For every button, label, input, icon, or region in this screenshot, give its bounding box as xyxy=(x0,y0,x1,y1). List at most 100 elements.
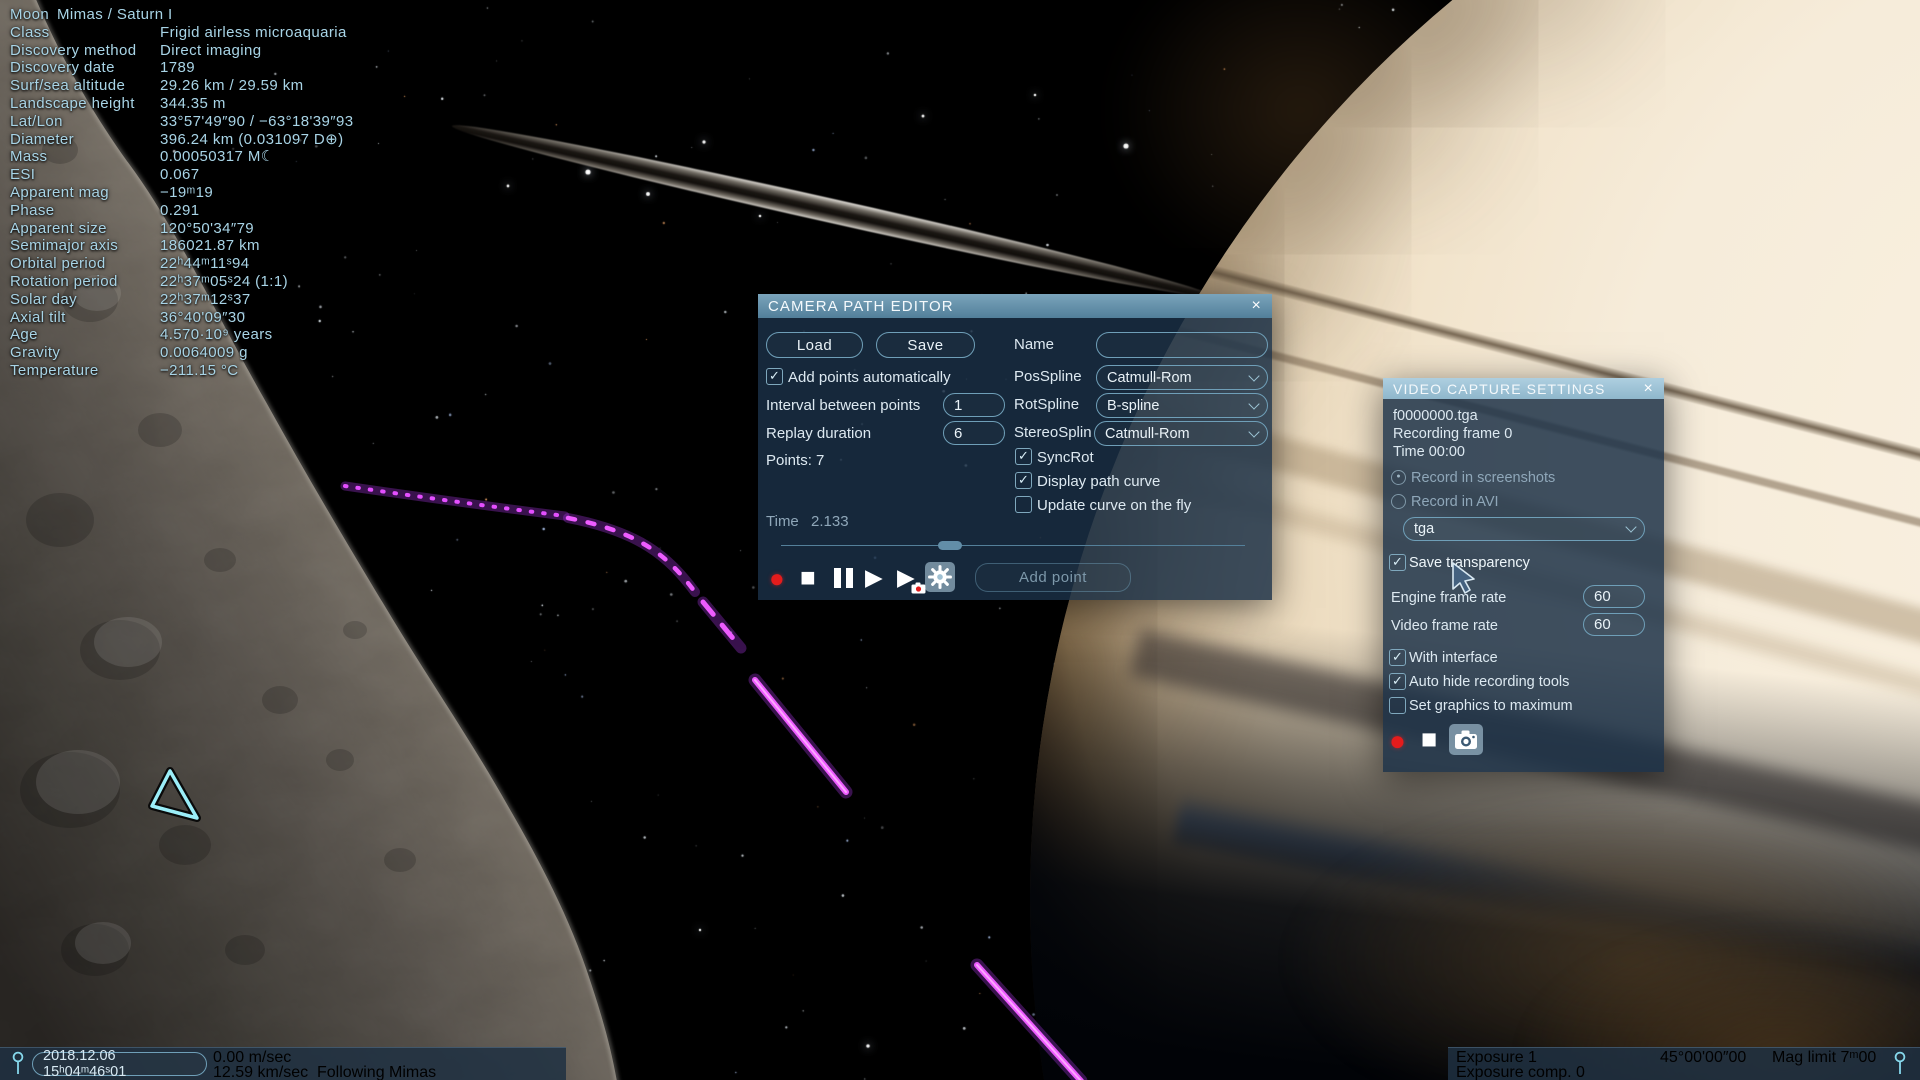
window-title: VIDEO CAPTURE SETTINGS xyxy=(1393,380,1606,397)
posspline-dropdown[interactable]: Catmull-Rom xyxy=(1096,365,1268,390)
object-name: Mimas / Saturn I xyxy=(57,6,173,23)
replay-label: Replay duration xyxy=(766,425,872,442)
with-interface-checkbox[interactable]: ✓ xyxy=(1389,649,1406,666)
info-row: Gravity 0.0064009 g xyxy=(10,344,248,362)
stereospline-label: StereoSplin xyxy=(1014,424,1092,441)
exposure-comp-value: Exposure comp. 0 xyxy=(1456,1064,1585,1080)
set-graphics-label: Set graphics to maximum xyxy=(1409,698,1573,714)
info-row: Rotation period 22ʰ37ᵐ05ˢ24 (1:1) xyxy=(10,272,288,290)
info-row: Surf/sea altitude 29.26 km / 29.59 km xyxy=(10,77,304,95)
recording-frame-text: Recording frame 0 xyxy=(1393,426,1513,442)
syncrot-label: SyncRot xyxy=(1037,449,1094,466)
info-row: Semimajor axis 186021.87 km xyxy=(10,237,260,255)
save-transparency-checkbox[interactable]: ✓ xyxy=(1389,554,1406,571)
location-pin-icon[interactable] xyxy=(11,1051,25,1076)
time-slider-handle[interactable] xyxy=(938,541,962,550)
spaceengine-viewport: CAMERA PATH EDITOR × Load Save Name ✓ Ad… xyxy=(0,0,1920,1080)
close-icon[interactable]: × xyxy=(1252,298,1262,314)
window-title: CAMERA PATH EDITOR xyxy=(768,297,954,315)
info-row: Discovery method Direct imaging xyxy=(10,41,262,59)
update-curve-checkbox[interactable] xyxy=(1015,496,1032,513)
object-info-panel: Moon Mimas / Saturn I Class Frigid airles… xyxy=(10,6,430,380)
stop-button[interactable]: ■ xyxy=(800,564,816,590)
info-row: Temperature −211.15 °C xyxy=(10,361,239,379)
mag-limit-value: Mag limit 7ᵐ00 xyxy=(1772,1049,1877,1066)
play-button[interactable]: ▶ xyxy=(865,566,883,589)
record-screenshots-radio[interactable]: ● xyxy=(1391,470,1406,485)
auto-hide-label: Auto hide recording tools xyxy=(1409,674,1570,690)
video-framerate-label: Video frame rate xyxy=(1391,618,1498,634)
camera-path-editor-window: CAMERA PATH EDITOR × Load Save Name ✓ Ad… xyxy=(758,294,1272,600)
points-count-label: Points: 7 xyxy=(766,452,825,469)
recording-time-text: Time 00:00 xyxy=(1393,444,1465,460)
replay-input[interactable]: 6 xyxy=(943,421,1005,445)
camera-path-editor-titlebar[interactable]: CAMERA PATH EDITOR × xyxy=(758,294,1272,318)
time-label: Time xyxy=(766,513,799,530)
info-row: ESI 0.067 xyxy=(10,166,200,184)
engine-framerate-input[interactable]: 60 xyxy=(1583,585,1645,608)
info-row: Age 4.570·10⁹ years xyxy=(10,326,273,344)
name-label: Name xyxy=(1014,336,1055,353)
rotspline-dropdown[interactable]: B-spline xyxy=(1096,393,1268,418)
add-points-label: Add points automatically xyxy=(788,369,951,386)
info-row: Apparent mag −19ᵐ19 xyxy=(10,183,214,201)
video-capture-titlebar[interactable]: VIDEO CAPTURE SETTINGS × xyxy=(1383,378,1664,399)
display-path-label: Display path curve xyxy=(1037,473,1161,490)
format-dropdown[interactable]: tga xyxy=(1403,517,1645,541)
auto-hide-checkbox[interactable]: ✓ xyxy=(1389,673,1406,690)
set-graphics-checkbox[interactable] xyxy=(1389,697,1406,714)
record-button[interactable]: ● xyxy=(1389,727,1406,755)
settings-gear-button[interactable] xyxy=(925,562,955,592)
stop-button[interactable]: ■ xyxy=(1421,726,1437,753)
add-points-checkbox[interactable]: ✓ xyxy=(766,368,783,385)
chevron-down-icon xyxy=(1625,521,1637,533)
gear-icon xyxy=(928,565,952,589)
chevron-down-icon xyxy=(1248,369,1260,382)
add-point-button[interactable]: Add point xyxy=(975,563,1131,592)
video-capture-settings-window: VIDEO CAPTURE SETTINGS × f0000000.tga Re… xyxy=(1383,378,1664,772)
info-row: Diameter 396.24 km (0.031097 D⊕) xyxy=(10,130,344,148)
info-row: Orbital period 22ʰ44ᵐ11ˢ94 xyxy=(10,255,250,273)
info-row: Class Frigid airless microaquaria xyxy=(10,23,347,41)
mouse-cursor xyxy=(1452,562,1475,594)
pause-button[interactable] xyxy=(834,568,853,588)
time-slider[interactable] xyxy=(781,545,1245,546)
fov-value: 45°00'00″00 xyxy=(1660,1049,1747,1066)
date-time-control[interactable]: 2018.12.06 15ʰ04ᵐ46ˢ01 xyxy=(32,1048,207,1080)
info-row: Axial tilt 36°40'09″30 xyxy=(10,308,246,326)
chevron-down-icon xyxy=(1248,425,1260,438)
screenshot-camera-button[interactable] xyxy=(1449,724,1483,755)
rotspline-label: RotSpline xyxy=(1014,396,1080,413)
stereospline-dropdown[interactable]: Catmull-Rom xyxy=(1094,421,1268,446)
video-framerate-input[interactable]: 60 xyxy=(1583,613,1645,636)
info-row: Phase 0.291 xyxy=(10,201,200,219)
info-row: Lat/Lon 33°57'49″90 / −63°18'39″93 xyxy=(10,112,354,130)
engine-framerate-label: Engine frame rate xyxy=(1391,590,1507,606)
following-target: Following Mimas xyxy=(317,1064,437,1080)
camera-badge-icon xyxy=(911,582,926,594)
display-path-checkbox[interactable]: ✓ xyxy=(1015,472,1032,489)
chevron-down-icon xyxy=(1248,397,1260,410)
time-value: 2.133 xyxy=(811,513,849,530)
update-curve-label: Update curve on the fly xyxy=(1037,497,1192,514)
close-icon[interactable]: × xyxy=(1644,380,1654,397)
info-row: Mass 0.00050317 M☾ xyxy=(10,148,275,166)
selection-marker-icon xyxy=(148,767,201,822)
location-pin-icon[interactable] xyxy=(1893,1051,1907,1076)
info-row: Landscape height 344.35 m xyxy=(10,94,226,112)
info-row: Discovery date 1789 xyxy=(10,59,195,77)
save-button[interactable]: Save xyxy=(876,332,975,358)
record-avi-radio[interactable] xyxy=(1391,494,1406,509)
capture-file-name: f0000000.tga xyxy=(1393,408,1478,424)
name-input[interactable] xyxy=(1096,332,1268,358)
info-row: Apparent size 120°50'34″79 xyxy=(10,219,255,237)
posspline-label: PosSpline xyxy=(1014,368,1082,385)
syncrot-checkbox[interactable]: ✓ xyxy=(1015,448,1032,465)
object-title-row: Moon Mimas / Saturn I xyxy=(10,6,173,23)
record-button[interactable]: ● xyxy=(769,565,785,591)
load-button[interactable]: Load xyxy=(766,332,863,358)
speed-secondary: 12.59 km/sec xyxy=(213,1064,309,1080)
with-interface-label: With interface xyxy=(1409,650,1498,666)
info-row: Solar day 22ʰ37ᵐ12ˢ37 xyxy=(10,290,251,308)
interval-input[interactable]: 1 xyxy=(943,393,1005,417)
